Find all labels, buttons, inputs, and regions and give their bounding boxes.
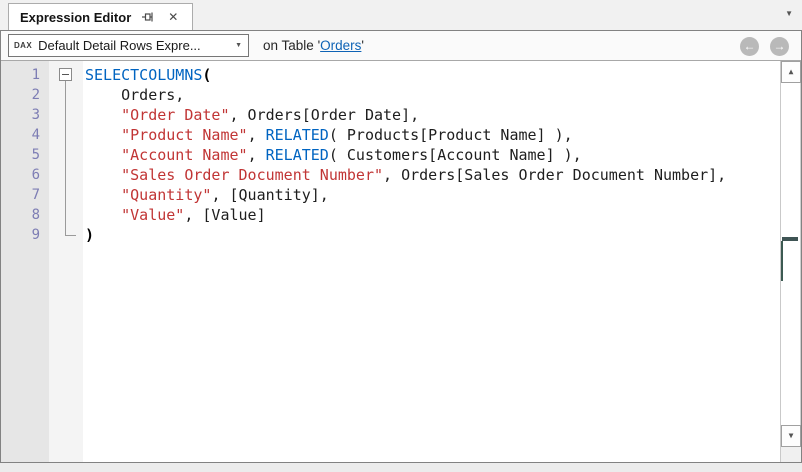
fold-toggle-icon[interactable] xyxy=(59,68,72,81)
code-lines[interactable]: SELECTCOLUMNS( Orders, "Order Date", Ord… xyxy=(83,61,801,462)
code-token-plain: Orders, xyxy=(85,86,185,104)
line-number: 1 xyxy=(31,67,40,83)
tab-overflow-chevron-icon[interactable]: ▼ xyxy=(785,9,793,18)
code-line[interactable]: SELECTCOLUMNS( xyxy=(85,65,801,85)
expression-selector-value: Default Detail Rows Expre... xyxy=(38,38,201,53)
code-token-string: "Order Date" xyxy=(121,106,230,124)
code-line[interactable]: "Value", [Value] xyxy=(85,205,801,225)
tab-title: Expression Editor xyxy=(20,9,132,25)
back-button[interactable]: ← xyxy=(740,36,759,56)
line-number: 4 xyxy=(31,127,40,143)
caret-position-marker xyxy=(782,237,798,241)
code-token-string: "Sales Order Document Number" xyxy=(121,166,384,184)
tab-strip: Expression Editor ✕ ▼ xyxy=(0,0,802,30)
scroll-down-button[interactable]: ▼ xyxy=(781,425,801,447)
code-token-string: "Product Name" xyxy=(121,126,248,144)
code-line[interactable]: "Product Name", RELATED( Products[Produc… xyxy=(85,125,801,145)
code-token-plain: , Orders[Order Date], xyxy=(229,106,420,124)
pin-icon[interactable] xyxy=(140,9,156,25)
tab-expression-editor[interactable]: Expression Editor ✕ xyxy=(8,3,194,30)
scroll-down-icon: ▼ xyxy=(788,431,794,440)
context-label: on Table 'Orders' xyxy=(263,38,364,53)
scroll-up-icon: ▲ xyxy=(788,67,794,76)
dax-language-badge: DAX xyxy=(14,41,33,50)
scrollbar-corner xyxy=(781,447,801,462)
code-token-plain: ( Customers[Account Name] ), xyxy=(328,146,582,164)
vertical-scrollbar[interactable]: ▲ ▼ xyxy=(780,61,801,462)
code-line[interactable]: "Account Name", RELATED( Customers[Accou… xyxy=(85,145,801,165)
expression-selector-dropdown[interactable]: DAX Default Detail Rows Expre... ▼ xyxy=(8,34,249,57)
code-token-plain: , [Quantity], xyxy=(211,186,329,204)
on-table-label: on Table xyxy=(263,38,314,53)
scroll-up-button[interactable]: ▲ xyxy=(781,61,801,83)
table-link[interactable]: Orders xyxy=(320,38,361,53)
chevron-down-icon: ▼ xyxy=(235,42,242,49)
line-number: 5 xyxy=(31,147,40,163)
forward-arrow-icon: → xyxy=(773,39,786,53)
code-token-keyword: RELATED xyxy=(265,146,329,164)
code-token-paren: ) xyxy=(85,226,95,244)
line-number: 9 xyxy=(31,227,40,243)
code-token-string: "Value" xyxy=(121,206,185,224)
code-line[interactable]: ) xyxy=(85,225,801,245)
navigation-buttons: ← → xyxy=(740,31,789,61)
fold-guide-corner xyxy=(65,235,76,236)
code-line[interactable]: "Order Date", Orders[Order Date], xyxy=(85,105,801,125)
code-token-plain: , xyxy=(247,126,266,144)
fold-margin xyxy=(49,61,83,462)
close-icon[interactable]: ✕ xyxy=(165,9,181,25)
code-token-plain: , Orders[Sales Order Document Number], xyxy=(383,166,727,184)
line-number: 6 xyxy=(31,167,40,183)
back-arrow-icon: ← xyxy=(743,39,756,53)
line-number: 2 xyxy=(31,87,40,103)
line-number: 7 xyxy=(31,187,40,203)
code-editor: 1 2 3 4 5 6 7 8 9 SELECTCOLUMNS( Orders, "Order … xyxy=(1,61,801,462)
editor-pane: DAX Default Detail Rows Expre... ▼ on Ta… xyxy=(0,30,802,463)
quote-close: ' xyxy=(361,38,364,53)
code-line[interactable]: "Sales Order Document Number", Orders[Sa… xyxy=(85,165,801,185)
code-token-plain: , xyxy=(247,146,266,164)
saved-changes-marker xyxy=(781,241,783,281)
code-token-keyword: SELECTCOLUMNS xyxy=(85,66,203,84)
code-token-plain: , [Value] xyxy=(184,206,266,224)
code-token-paren: ( xyxy=(202,66,212,84)
line-numbers: 1 2 3 4 5 6 7 8 9 xyxy=(1,61,49,462)
scrollbar-track[interactable] xyxy=(781,83,801,425)
code-token-string: "Quantity" xyxy=(121,186,212,204)
code-token-keyword: RELATED xyxy=(265,126,329,144)
forward-button[interactable]: → xyxy=(770,36,789,56)
code-line[interactable]: Orders, xyxy=(85,85,801,105)
toolbar: DAX Default Detail Rows Expre... ▼ on Ta… xyxy=(1,31,801,61)
line-number: 8 xyxy=(31,207,40,223)
code-token-plain: ( Products[Product Name] ), xyxy=(328,126,573,144)
code-token-string: "Account Name" xyxy=(121,146,248,164)
line-number: 3 xyxy=(31,107,40,123)
fold-guide-line xyxy=(65,81,66,235)
code-line[interactable]: "Quantity", [Quantity], xyxy=(85,185,801,205)
expression-editor-window: Expression Editor ✕ ▼ DAX Default Detail… xyxy=(0,0,802,472)
